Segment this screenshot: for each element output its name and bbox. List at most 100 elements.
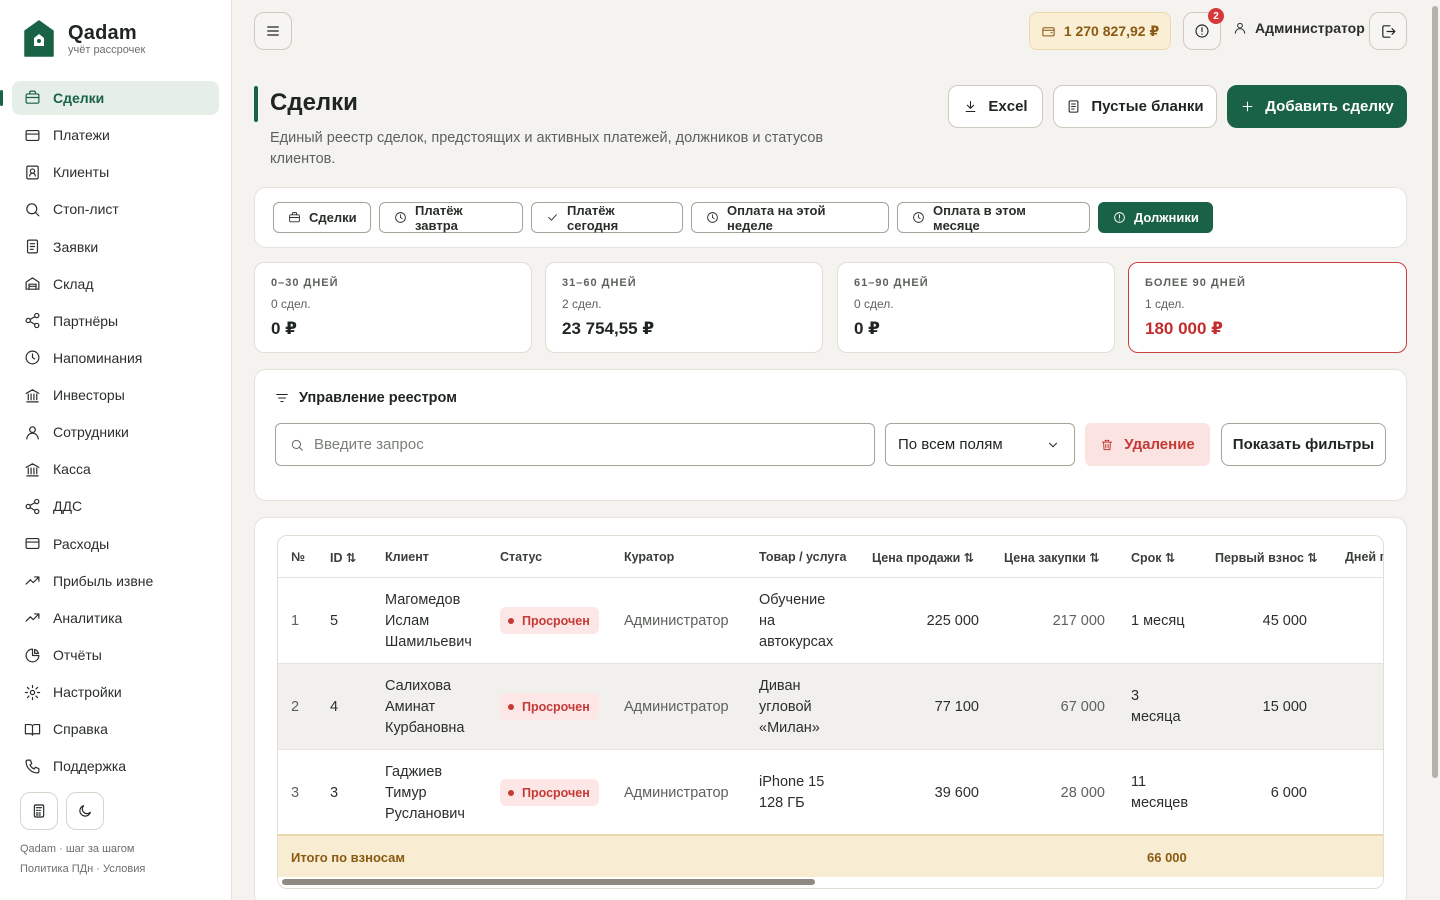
sidebar-item-help[interactable]: Справка <box>12 712 219 746</box>
sidebar-item-label: Касса <box>53 461 91 478</box>
filter-payment-tomorrow[interactable]: Платёж завтра <box>379 202 523 233</box>
theme-toggle-button[interactable] <box>66 792 104 830</box>
aging-card-31-60[interactable]: 31–60 ДНЕЙ 2 сдел. 23 754,55 ₽ <box>545 262 823 353</box>
calculator-icon <box>31 803 47 819</box>
pie-icon <box>24 647 41 664</box>
gear-icon <box>24 684 41 701</box>
bank-icon <box>24 461 41 478</box>
sidebar-item-deals[interactable]: Сделки <box>0 81 219 115</box>
notifications-count: 2 <box>1208 8 1224 24</box>
search-input[interactable] <box>314 436 854 453</box>
sidebar-item-label: Расходы <box>53 535 110 552</box>
clock-icon <box>24 349 41 366</box>
search-field-select[interactable]: По всем полям <box>885 423 1075 466</box>
status-badge: Просрочен <box>500 779 599 806</box>
sidebar-item-external-profit[interactable]: Прибыль извне <box>12 564 219 598</box>
user-name: Администратор <box>1255 20 1365 36</box>
filter-debtors[interactable]: Должники <box>1098 202 1213 233</box>
col-sale-price[interactable]: Цена продажи ⇅ <box>872 550 974 565</box>
share-icon <box>24 312 41 329</box>
trend-icon <box>24 572 41 589</box>
calculator-button[interactable] <box>20 792 58 830</box>
trash-icon <box>1100 438 1114 452</box>
sidebar-item-warehouse[interactable]: Склад <box>12 267 219 301</box>
sidebar-item-payments[interactable]: Платежи <box>12 118 219 152</box>
sidebar-item-expenses[interactable]: Расходы <box>12 527 219 561</box>
filter-payment-this-week[interactable]: Оплата на этой неделе <box>691 202 889 233</box>
sidebar-item-cash[interactable]: Касса <box>12 452 219 486</box>
sidebar-item-clients[interactable]: Клиенты <box>12 155 219 189</box>
filter-payment-today[interactable]: Платёж сегодня <box>531 202 683 233</box>
sidebar-item-analytics[interactable]: Аналитика <box>12 601 219 635</box>
alert-icon <box>1194 23 1210 39</box>
sidebar-item-label: Сделки <box>53 89 105 106</box>
sidebar-item-stoplist[interactable]: Стоп-лист <box>12 192 219 226</box>
logout-button[interactable] <box>1369 12 1407 50</box>
search-box[interactable] <box>275 423 875 466</box>
document-icon <box>1066 99 1081 114</box>
sidebar-item-requests[interactable]: Заявки <box>12 230 219 264</box>
status-badge: Просрочен <box>500 693 599 720</box>
user-icon <box>24 424 41 441</box>
sidebar-item-cashflow[interactable]: ДДС <box>12 490 219 524</box>
col-id[interactable]: ID ⇅ <box>330 550 356 565</box>
sidebar-item-reports[interactable]: Отчёты <box>12 638 219 672</box>
sidebar-item-settings[interactable]: Настройки <box>12 675 219 709</box>
aging-card-90-plus[interactable]: БОЛЕЕ 90 ДНЕЙ 1 сдел. 180 000 ₽ <box>1128 262 1407 353</box>
registry-title: Управление реестром <box>275 390 457 406</box>
footer-tagline: Qadam · шаг за шагом <box>20 843 135 855</box>
col-num: № <box>291 550 305 564</box>
balance-value: 1 270 827,92 ₽ <box>1063 22 1160 39</box>
download-icon <box>963 99 978 114</box>
aging-card-61-90[interactable]: 61–90 ДНЕЙ 0 сдел. 0 ₽ <box>837 262 1115 353</box>
blank-forms-button[interactable]: Пустые бланки <box>1053 85 1217 128</box>
col-term[interactable]: Срок ⇅ <box>1131 550 1176 565</box>
card-icon <box>24 127 41 144</box>
menu-button[interactable] <box>254 12 292 50</box>
table-row[interactable]: 2 4 Салихова Аминат Курбановна Просрочен… <box>278 663 1383 749</box>
search-icon <box>24 201 41 218</box>
share-icon <box>24 498 41 515</box>
balance-badge[interactable]: 1 270 827,92 ₽ <box>1029 12 1171 50</box>
sidebar-item-label: Справка <box>53 721 108 738</box>
sidebar-item-label: Поддержка <box>53 758 127 775</box>
warehouse-icon <box>24 275 41 292</box>
col-curator: Куратор <box>624 550 675 564</box>
page-vertical-scrollbar[interactable] <box>1432 6 1438 778</box>
alert-icon <box>1113 211 1126 224</box>
sidebar-item-support[interactable]: Поддержка <box>12 750 219 784</box>
filter-payment-this-month[interactable]: Оплата в этом месяце <box>897 202 1090 233</box>
user-menu[interactable]: Администратор <box>1233 20 1365 36</box>
user-icon <box>1233 21 1247 35</box>
check-icon <box>546 211 559 224</box>
sidebar-item-investors[interactable]: Инвесторы <box>12 378 219 412</box>
table-row[interactable]: 1 5 Магомедов Ислам Шамильевич Просрочен… <box>278 577 1383 663</box>
sidebar-item-reminders[interactable]: Напоминания <box>12 341 219 375</box>
sidebar-item-label: Заявки <box>53 238 99 255</box>
col-purchase-price[interactable]: Цена закупки ⇅ <box>1004 550 1100 565</box>
add-deal-button[interactable]: Добавить сделку <box>1227 85 1407 128</box>
filter-deals[interactable]: Сделки <box>273 202 371 233</box>
sidebar-item-employees[interactable]: Сотрудники <box>12 415 219 449</box>
sidebar-item-label: Клиенты <box>53 164 110 181</box>
sidebar-item-label: Сотрудники <box>53 424 129 441</box>
sidebar-item-label: Напоминания <box>53 349 143 366</box>
delete-button[interactable]: Удаление <box>1085 423 1210 466</box>
aging-card-0-30[interactable]: 0–30 ДНЕЙ 0 сдел. 0 ₽ <box>254 262 532 353</box>
logo[interactable]: Qadam учёт рассрочек <box>24 20 145 57</box>
totals-row: Итого по взносам 66 000 <box>278 834 1383 877</box>
contact-icon <box>24 164 41 181</box>
col-first-payment[interactable]: Первый взнос ⇅ <box>1215 550 1318 565</box>
phone-icon <box>24 758 41 775</box>
show-filters-button[interactable]: Показать фильтры <box>1221 423 1386 466</box>
table-row[interactable]: 3 3 Гаджиев Тимур Русланович Просрочен А… <box>278 749 1383 835</box>
sidebar-item-label: Аналитика <box>53 609 123 626</box>
sidebar-item-label: Партнёры <box>53 312 119 329</box>
wallet-icon <box>1041 24 1056 39</box>
clock-icon <box>394 211 407 224</box>
table-horizontal-scrollbar[interactable] <box>282 879 815 885</box>
sidebar-item-partners[interactable]: Партнёры <box>12 304 219 338</box>
footer-links[interactable]: Политика ПДн · Условия <box>20 859 145 879</box>
excel-button[interactable]: Excel <box>948 85 1043 128</box>
col-product: Товар / услуга <box>759 550 847 564</box>
